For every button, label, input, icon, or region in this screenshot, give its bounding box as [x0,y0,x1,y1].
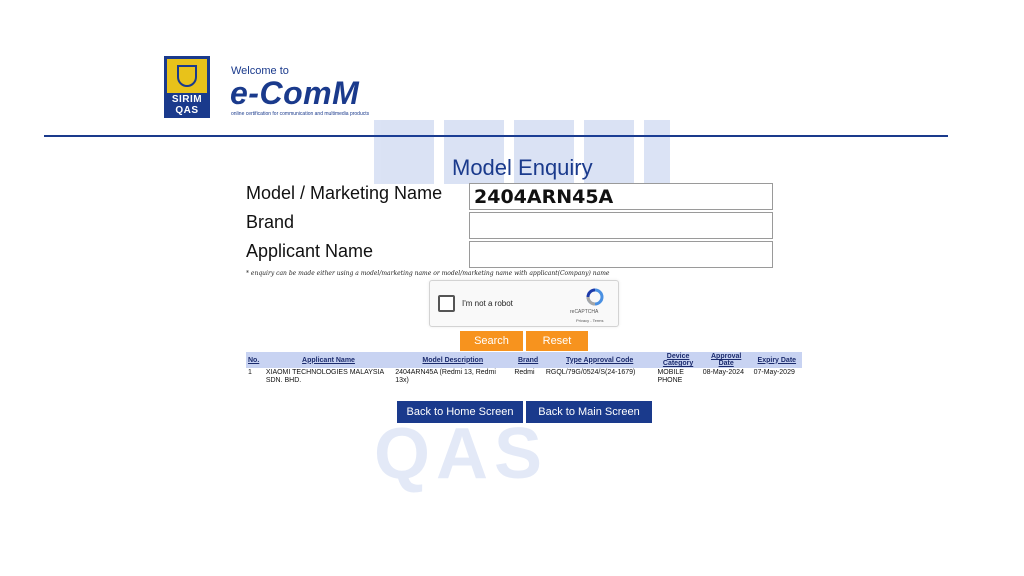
cell-category: MOBILE PHONE [657,369,684,384]
reset-button[interactable]: Reset [526,331,588,351]
ecomm-title: e-ComM [230,75,360,111]
recaptcha-widget: I'm not a robot reCAPTCHA Privacy - Term… [429,280,619,327]
table-header-row: No. Applicant Name Model Description Bra… [246,352,802,368]
col-applicant: Applicant Name [263,352,394,368]
results-table: No. Applicant Name Model Description Bra… [246,352,802,386]
recaptcha-icon [586,288,604,306]
col-expiry: Expiry Date [751,352,802,368]
recaptcha-links[interactable]: Privacy - Terms [576,318,603,323]
table-row: 1 XIAOMI TECHNOLOGIES MALAYSIA SDN. BHD.… [246,368,802,386]
applicant-label: Applicant Name [246,241,374,261]
back-home-button[interactable]: Back to Home Screen [397,401,523,423]
logo-emblem [167,59,207,93]
cell-no: 1 [248,369,252,376]
col-approval: Approval Date [700,352,752,368]
watermark-qas: QAS [374,414,549,494]
logo-text-sirim: SIRIM [171,94,203,105]
col-code: Type Approval Code [543,352,656,368]
form-title: Model Enquiry [452,155,593,180]
cell-expiry: 07-May-2029 [753,369,795,376]
col-model: Model Description [393,352,513,368]
model-input[interactable] [469,183,773,210]
search-button[interactable]: Search [460,331,523,351]
cell-brand: Redmi [514,369,535,376]
logo-text-qas: QAS [175,105,199,116]
cell-code: RGQL/79G/0524/S(24-1679) [545,369,636,376]
recaptcha-label: I'm not a robot [462,299,513,308]
sirim-qas-logo: SIRIM QAS [164,56,210,118]
cell-approval: 08-May-2024 [702,369,744,376]
cell-model: 2404ARN45A (Redmi 13, Redmi 13x) [395,369,496,384]
col-category: Device Category [655,352,701,368]
recaptcha-brand: reCAPTCHA [570,309,599,315]
applicant-input[interactable] [469,241,773,268]
back-main-button[interactable]: Back to Main Screen [526,401,652,423]
recaptcha-checkbox[interactable] [438,295,455,312]
cell-applicant: XIAOMI TECHNOLOGIES MALAYSIA SDN. BHD. [265,369,384,384]
model-label: Model / Marketing Name [246,183,443,203]
col-brand: Brand [512,352,544,368]
col-no: No. [246,352,264,368]
tagline: online certification for communication a… [231,111,370,117]
flask-icon [177,65,197,87]
brand-input[interactable] [469,212,773,239]
enquiry-note: * enquiry can be made either using a mod… [246,270,610,277]
brand-label: Brand [246,212,295,232]
